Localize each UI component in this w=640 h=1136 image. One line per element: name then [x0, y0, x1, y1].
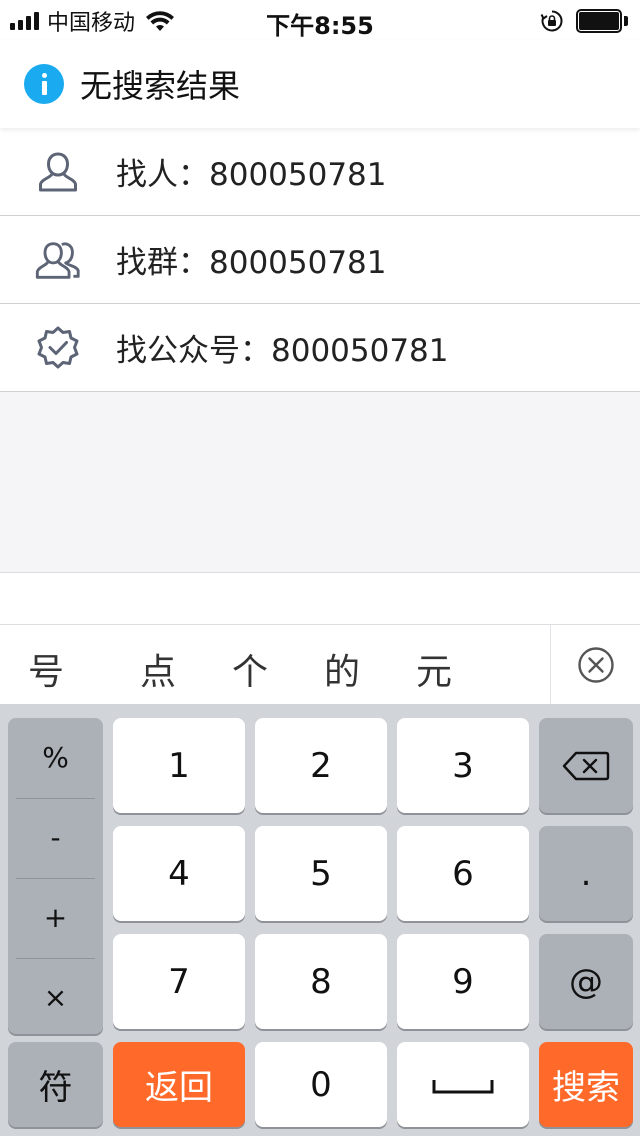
key-8[interactable]: 8 — [255, 934, 387, 1029]
find-person-label: 找人：800050781 — [116, 157, 387, 193]
key-0[interactable]: 0 — [255, 1042, 387, 1127]
key-9[interactable]: 9 — [397, 934, 529, 1029]
header-title: 无搜索结果 — [80, 67, 241, 105]
key-2[interactable]: 2 — [255, 718, 387, 813]
candidate-bar: 号 点 个 的 元 — [0, 624, 640, 705]
candidate-word[interactable]: 个 — [220, 643, 280, 695]
no-results-header: 无搜索结果 — [0, 40, 640, 128]
find-official-account-item[interactable]: 找公众号：800050781 — [0, 304, 640, 392]
key-4[interactable]: 4 — [113, 826, 245, 921]
back-key[interactable]: 返回 — [113, 1042, 245, 1127]
backspace-key[interactable] — [539, 718, 633, 813]
at-key[interactable]: @ — [539, 934, 633, 1029]
verified-badge-icon — [33, 323, 83, 373]
key-5[interactable]: 5 — [255, 826, 387, 921]
symbol-switch-key[interactable]: 符 — [8, 1042, 103, 1127]
info-icon — [24, 64, 64, 104]
key-1[interactable]: 1 — [113, 718, 245, 813]
battery-icon — [576, 9, 628, 33]
plus-key[interactable]: + — [8, 878, 103, 957]
find-official-account-label: 找公众号：800050781 — [116, 333, 449, 369]
candidate-word[interactable]: 点 — [128, 643, 188, 695]
find-group-label: 找群：800050781 — [116, 245, 387, 281]
search-key[interactable]: 搜索 — [539, 1042, 633, 1127]
symbol-column: % - + × — [8, 718, 103, 1034]
close-circle-icon — [577, 647, 614, 683]
key-7[interactable]: 7 — [113, 934, 245, 1029]
minus-key[interactable]: - — [8, 798, 103, 877]
candidate-word[interactable]: 元 — [404, 643, 464, 695]
backspace-icon — [562, 751, 610, 780]
empty-area — [0, 392, 640, 572]
dot-key[interactable]: . — [539, 826, 633, 921]
multiply-key[interactable]: × — [8, 958, 103, 1037]
dismiss-candidates-button[interactable] — [550, 625, 640, 705]
rotation-lock-icon — [540, 10, 563, 32]
group-icon — [33, 235, 83, 285]
candidate-word[interactable]: 号 — [16, 643, 76, 695]
find-group-item[interactable]: 找群：800050781 — [0, 216, 640, 304]
status-bar: 中国移动 下午8:55 — [0, 0, 640, 40]
key-3[interactable]: 3 — [397, 718, 529, 813]
space-key[interactable] — [397, 1042, 529, 1127]
key-6[interactable]: 6 — [397, 826, 529, 921]
person-icon — [33, 147, 83, 197]
search-options-list: 找人：800050781 找群：800050781 找公众号：800050781 — [0, 128, 640, 392]
numeric-keyboard: % - + × 1 2 3 4 5 6 . 7 8 9 @ 符 返回 0 搜索 — [0, 704, 640, 1136]
blank-strip — [0, 572, 640, 624]
percent-key[interactable]: % — [8, 718, 103, 797]
candidate-word[interactable]: 的 — [312, 643, 372, 695]
space-icon — [432, 1079, 494, 1093]
status-right — [540, 8, 628, 34]
find-person-item[interactable]: 找人：800050781 — [0, 128, 640, 216]
